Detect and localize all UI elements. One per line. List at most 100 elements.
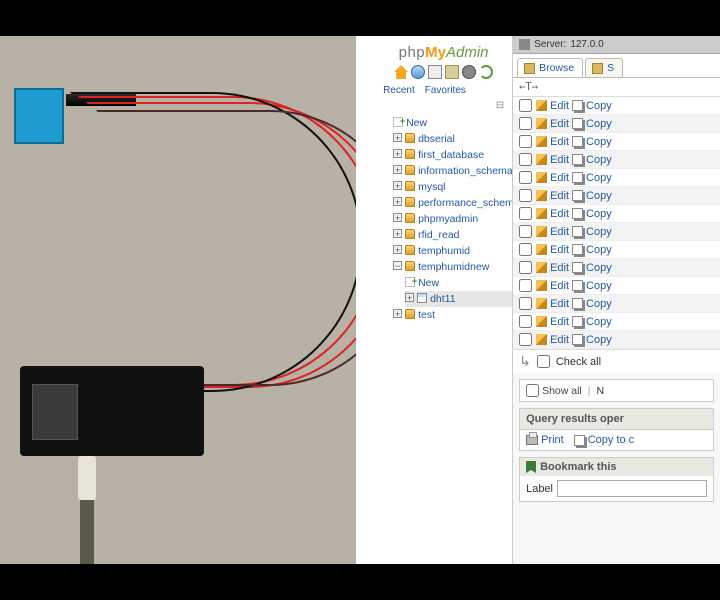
tree-db-dbserial[interactable]: dbserial [418, 133, 455, 145]
copy-link[interactable]: Copy [586, 208, 612, 220]
tree-db-first_database[interactable]: first_database [418, 149, 484, 161]
edit-link[interactable]: Edit [550, 226, 569, 238]
table-row: Edit Copy [513, 223, 720, 241]
copy-link[interactable]: Copy [586, 118, 612, 130]
tree-table-dht11[interactable]: dht11 [430, 293, 456, 305]
expand-icon[interactable]: + [393, 229, 402, 238]
filter-next[interactable]: N [597, 385, 605, 397]
reload-icon[interactable] [479, 65, 493, 79]
copy-link[interactable]: Copy [586, 316, 612, 328]
filter-bar: Show all | N [519, 379, 714, 402]
edit-link[interactable]: Edit [550, 118, 569, 130]
world-icon[interactable] [411, 65, 425, 79]
row-checkbox[interactable] [519, 117, 532, 130]
edit-link[interactable]: Edit [550, 154, 569, 166]
edit-link[interactable]: Edit [550, 208, 569, 220]
database-icon [405, 261, 415, 271]
expand-icon[interactable]: + [393, 245, 402, 254]
copy-link[interactable]: Copy [586, 280, 612, 292]
edit-link[interactable]: Edit [550, 298, 569, 310]
database-icon [405, 213, 415, 223]
collapse-icon[interactable]: − [393, 261, 402, 270]
expand-icon[interactable]: + [393, 133, 402, 142]
edit-link[interactable]: Edit [550, 190, 569, 202]
edit-link[interactable]: Edit [550, 172, 569, 184]
sql-icon[interactable] [445, 65, 459, 79]
tree-db-performance_schema[interactable]: performance_schema [418, 197, 512, 209]
row-checkbox[interactable] [519, 153, 532, 166]
docs-icon[interactable] [428, 65, 442, 79]
tree-db-temphumidnew[interactable]: temphumidnew [418, 261, 489, 273]
copy-link[interactable]: Copy [586, 172, 612, 184]
row-checkbox[interactable] [519, 225, 532, 238]
checkall-checkbox[interactable] [537, 355, 550, 368]
tab-next[interactable]: S [585, 58, 623, 77]
copy-icon [572, 208, 583, 219]
copy-link[interactable]: Copy [586, 298, 612, 310]
row-checkbox[interactable] [519, 315, 532, 328]
copy-link[interactable]: Copy [586, 334, 612, 346]
tree-db-information_schema[interactable]: information_schema [418, 165, 512, 177]
bookmark-input[interactable] [557, 480, 707, 497]
edit-link[interactable]: Edit [550, 100, 569, 112]
tab-browse-label: Browse [539, 62, 574, 74]
row-checkbox[interactable] [519, 297, 532, 310]
nav-arrows[interactable]: ←T→ [519, 81, 538, 93]
expand-icon[interactable]: + [405, 293, 414, 302]
copy-clipboard-link[interactable]: Copy to c [574, 434, 634, 446]
row-checkbox[interactable] [519, 279, 532, 292]
tab-recent[interactable]: Recent [383, 85, 415, 96]
edit-link[interactable]: Edit [550, 262, 569, 274]
row-checkbox[interactable] [519, 207, 532, 220]
tree-new-db[interactable]: New [406, 117, 427, 129]
copy-link[interactable]: Copy [586, 226, 612, 238]
copy-link[interactable]: Copy [586, 262, 612, 274]
copy-link[interactable]: Copy [586, 244, 612, 256]
row-checkbox[interactable] [519, 261, 532, 274]
row-checkbox[interactable] [519, 189, 532, 202]
tab-browse[interactable]: Browse [517, 58, 583, 77]
tree-db-phpmyadmin[interactable]: phpmyadmin [418, 213, 478, 225]
tree-db-temphumid[interactable]: temphumid [418, 245, 470, 257]
tree-db-rfid_read[interactable]: rfid_read [418, 229, 459, 241]
table-row: Edit Copy [513, 169, 720, 187]
edit-link[interactable]: Edit [550, 334, 569, 346]
copy-link[interactable]: Copy [586, 100, 612, 112]
home-icon[interactable] [394, 65, 408, 79]
edit-link[interactable]: Edit [550, 280, 569, 292]
bookmark-header: Bookmark this [520, 458, 713, 476]
edit-link[interactable]: Edit [550, 316, 569, 328]
phpmyadmin-window: phpMyAdmin Recent Favorites ⊟ New+dbseri… [375, 36, 720, 564]
edit-link[interactable]: Edit [550, 244, 569, 256]
expand-icon[interactable]: + [393, 309, 402, 318]
tab-favorites[interactable]: Favorites [425, 85, 466, 96]
dht11-sensor [14, 88, 64, 144]
row-checkbox[interactable] [519, 135, 532, 148]
showall-checkbox[interactable] [526, 384, 539, 397]
showall-option[interactable]: Show all [526, 384, 582, 397]
tree-new-table[interactable]: New [418, 277, 439, 289]
copy-link[interactable]: Copy [586, 154, 612, 166]
tree-db-test[interactable]: test [418, 309, 435, 321]
expand-icon[interactable]: + [393, 181, 402, 190]
collapse-icon[interactable]: ⊟ [375, 100, 512, 113]
row-checkbox[interactable] [519, 99, 532, 112]
logo-php: php [399, 44, 426, 61]
expand-icon[interactable]: + [393, 149, 402, 158]
row-checkbox[interactable] [519, 243, 532, 256]
expand-icon[interactable]: + [393, 165, 402, 174]
tree-db-mysql[interactable]: mysql [418, 181, 445, 193]
copy-link[interactable]: Copy [586, 136, 612, 148]
table-row: Edit Copy [513, 277, 720, 295]
copy-icon [572, 172, 583, 183]
expand-icon[interactable]: + [393, 197, 402, 206]
copy-link[interactable]: Copy [586, 190, 612, 202]
print-link[interactable]: Print [526, 434, 564, 446]
row-checkbox[interactable] [519, 333, 532, 346]
row-checkbox[interactable] [519, 171, 532, 184]
expand-icon[interactable]: + [393, 213, 402, 222]
settings-icon[interactable] [462, 65, 476, 79]
server-prefix: Server: [534, 39, 566, 50]
edit-link[interactable]: Edit [550, 136, 569, 148]
copy-icon [572, 334, 583, 345]
